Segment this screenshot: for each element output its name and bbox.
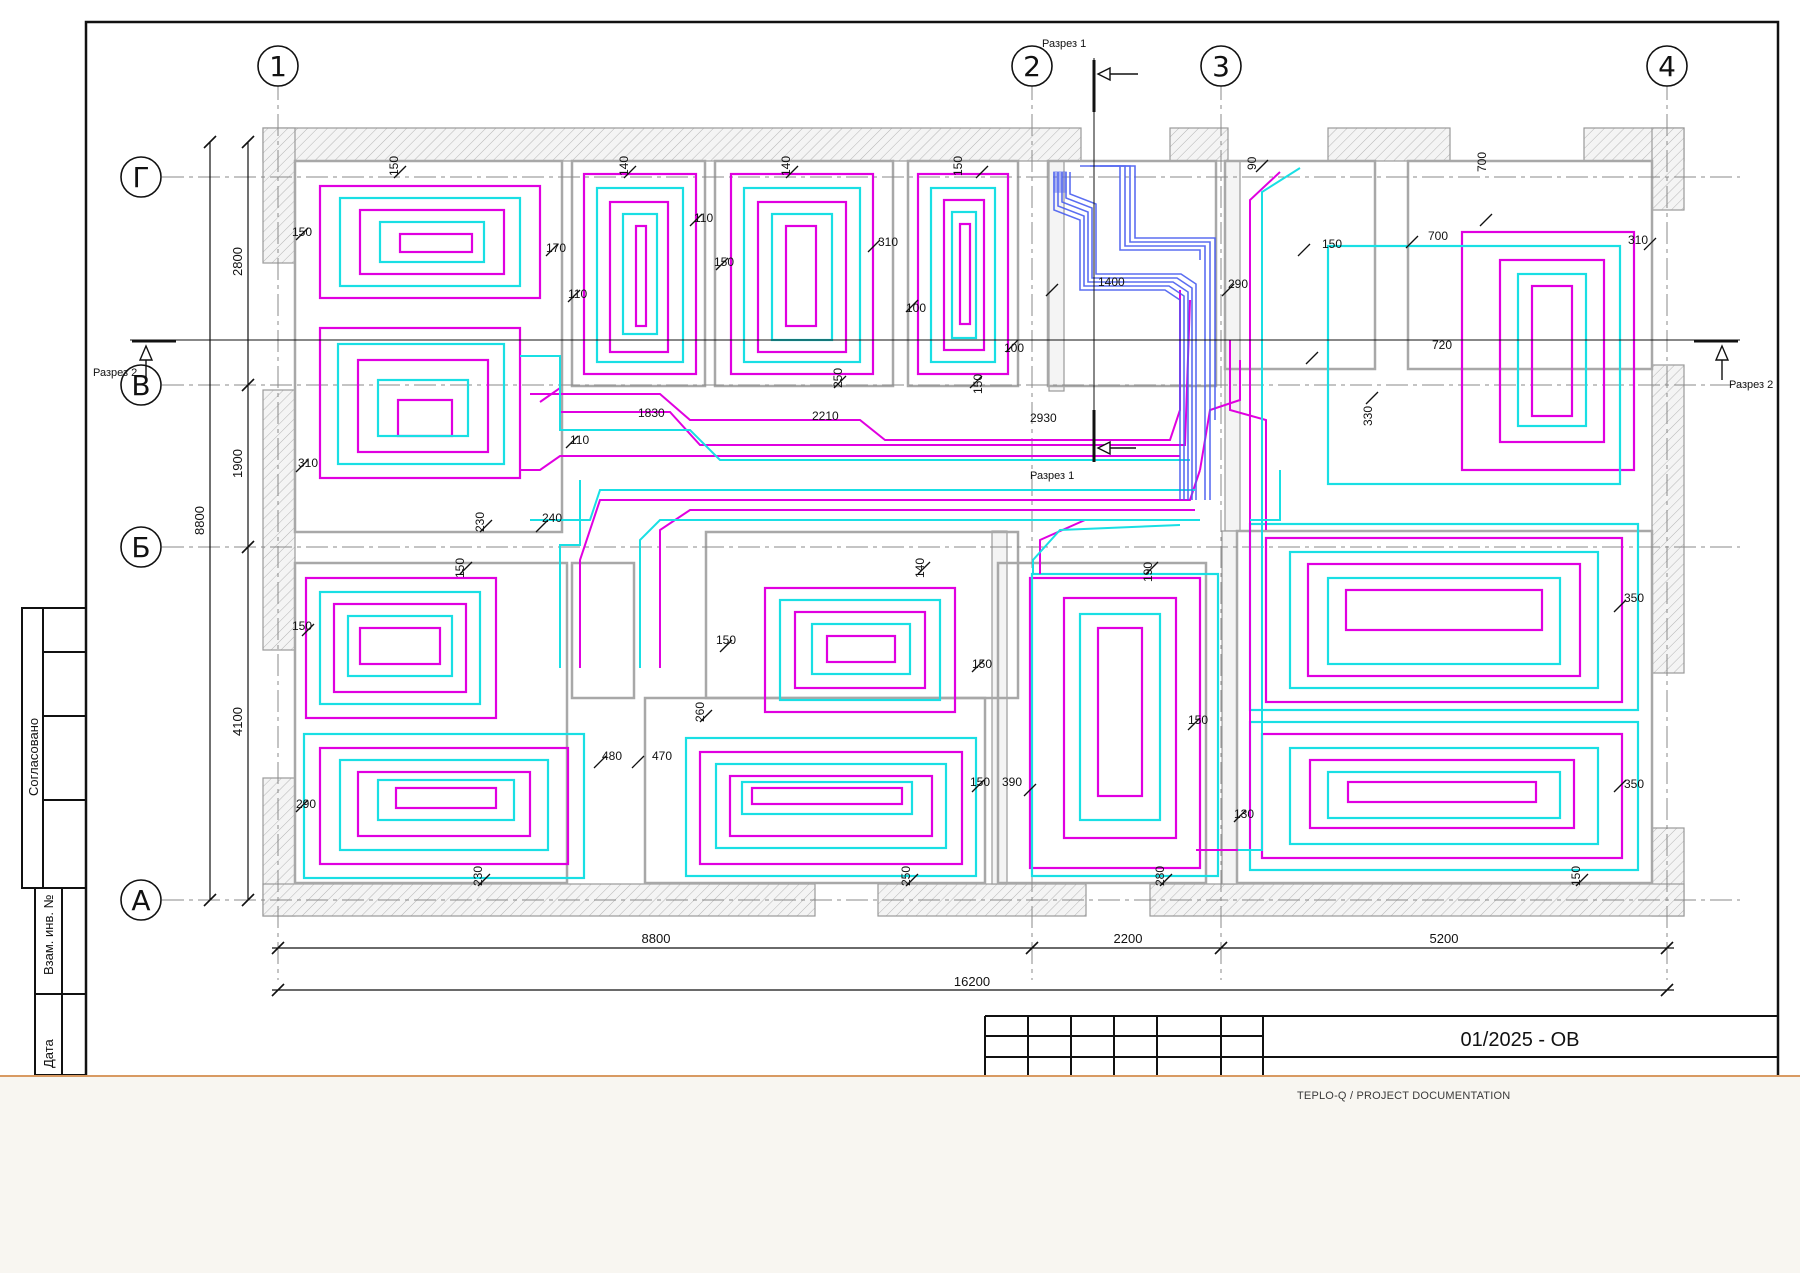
heating-loops: [302, 172, 1640, 880]
dim-label: 140: [913, 558, 927, 578]
dim-label: 230: [473, 512, 487, 532]
axis-label-3: 3: [1212, 50, 1230, 83]
axis-label-a: А: [131, 884, 150, 917]
dim-label: 250: [831, 368, 845, 388]
dim-label: 1400: [1098, 275, 1125, 289]
dim-label: 470: [652, 749, 672, 763]
dim-label: 700: [1428, 229, 1448, 243]
axis-label-2: 2: [1023, 50, 1041, 83]
dim-total-y: 8800: [192, 506, 207, 535]
section-1-bottom-label: Разрез 1: [1030, 470, 1074, 482]
section-1-top-label: Разрез 1: [1042, 38, 1086, 50]
dim-label: 2210: [812, 409, 839, 423]
dim-label: 260: [693, 702, 707, 722]
axis-label-1: 1: [269, 50, 287, 83]
dim-row-1: 2800: [230, 247, 245, 276]
dim-label: 150: [387, 156, 401, 176]
dim-label: 150: [714, 255, 734, 269]
dim-label: 350: [1624, 777, 1644, 791]
dim-label: 140: [779, 156, 793, 176]
dim-label: 480: [602, 749, 622, 763]
dim-label: 130: [1234, 807, 1254, 821]
dim-bay-3: 5200: [1430, 931, 1459, 946]
stamp-agreed-label: Согласовано: [26, 718, 41, 796]
dim-label: 150: [1188, 713, 1208, 727]
drawing-sheet: Согласовано Взам. инв. № Дата 01/2025 - …: [0, 0, 1800, 1077]
dim-label: 150: [951, 156, 965, 176]
dim-label: 150: [453, 558, 467, 578]
dim-bay-2: 2200: [1114, 931, 1143, 946]
dim-label: 150: [1322, 237, 1342, 251]
stamp-replace-inv-label: Взам. инв. №: [41, 894, 56, 975]
floor-heating-plan: Согласовано Взам. инв. № Дата 01/2025 - …: [21, 20, 1780, 1075]
axis-label-4: 4: [1658, 50, 1676, 83]
section-markers: [130, 58, 1740, 462]
dim-label: 700: [1475, 152, 1489, 172]
dim-label: 290: [1228, 277, 1248, 291]
dim-label: 150: [716, 633, 736, 647]
dim-label: 110: [694, 211, 713, 225]
dim-label: 140: [617, 156, 631, 176]
dim-label: 230: [471, 866, 485, 886]
drawing-frame: [84, 20, 1780, 1075]
footer-caption: TEPLO-Q / PROJECT DOCUMENTATION: [1297, 1090, 1511, 1102]
stamp-block-left: [21, 607, 87, 1075]
dim-label: 310: [1628, 233, 1648, 247]
dim-label: 2930: [1030, 411, 1057, 425]
stamp-date-label: Дата: [41, 1038, 56, 1068]
dim-bay-1: 8800: [642, 931, 671, 946]
dim-label: 150: [971, 374, 985, 394]
dim-label: 280: [1153, 866, 1167, 886]
overall-dimension-lines: [203, 135, 1674, 997]
dim-label: 350: [1624, 591, 1644, 605]
drawing-number: 01/2025 - ОВ: [1461, 1029, 1580, 1051]
dim-label: 100: [906, 301, 926, 315]
section-2-left-label: Разрез 2: [93, 367, 137, 379]
dim-label: 390: [1002, 775, 1022, 789]
dim-row-2: 1900: [230, 449, 245, 478]
manifold-collector: [1053, 165, 1216, 500]
dim-label: 240: [542, 511, 562, 525]
dim-label: 110: [570, 433, 589, 447]
dim-label: 90: [1245, 156, 1259, 170]
dim-label: 250: [899, 866, 913, 886]
axis-label-g: Г: [132, 161, 149, 194]
dim-label: 150: [972, 657, 992, 671]
dim-label: 150: [1569, 866, 1583, 886]
dim-label: 310: [298, 456, 318, 470]
dim-label: 150: [292, 619, 312, 633]
dim-label: 310: [878, 235, 898, 249]
dim-label: 330: [1361, 406, 1375, 426]
dim-total-x: 16200: [954, 974, 990, 989]
title-block: [984, 1015, 1778, 1075]
dim-label: 150: [970, 775, 990, 789]
dim-label: 170: [546, 241, 566, 255]
dim-row-3: 4100: [230, 707, 245, 736]
dim-label: 290: [296, 797, 316, 811]
dim-label: 100: [1004, 341, 1024, 355]
dim-label: 720: [1432, 338, 1452, 352]
section-2-right-label: Разрез 2: [1729, 379, 1773, 391]
dim-label: 1830: [638, 406, 665, 420]
axis-label-b: Б: [131, 531, 150, 564]
dim-label: 150: [292, 225, 312, 239]
dim-label: 110: [568, 287, 587, 301]
dim-label: 190: [1141, 562, 1155, 582]
